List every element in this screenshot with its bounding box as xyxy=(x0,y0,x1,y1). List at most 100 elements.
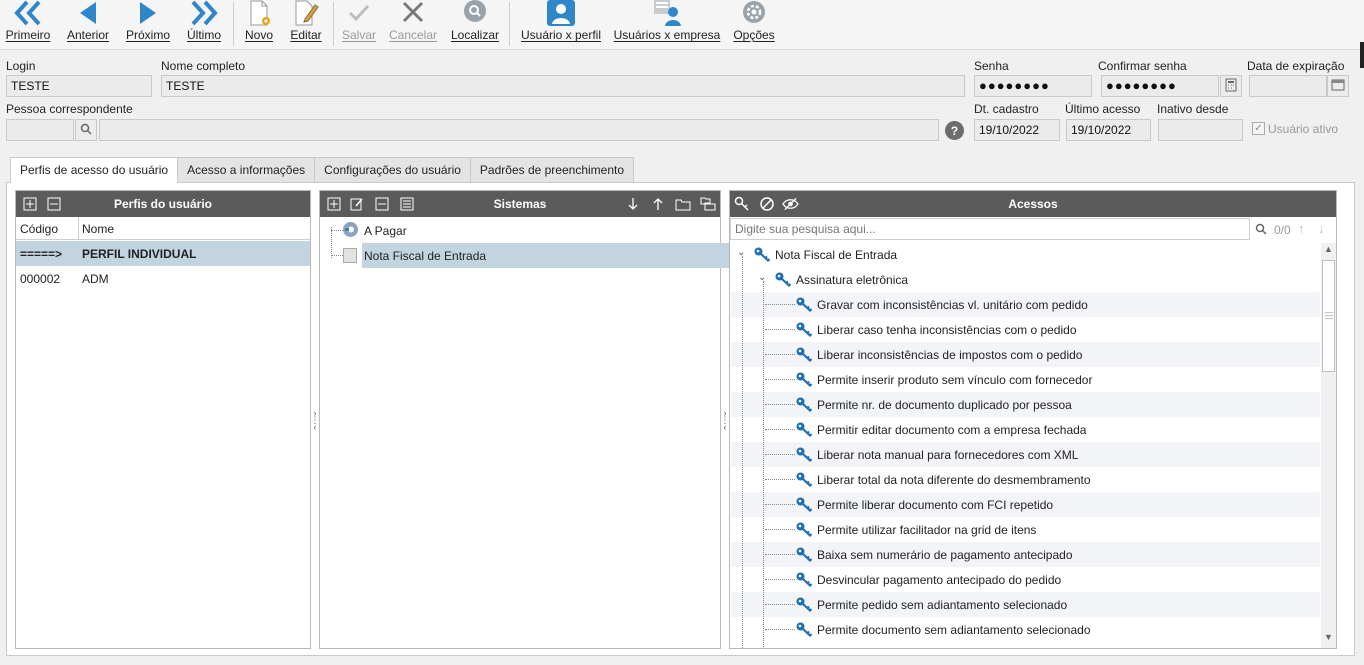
tab-fill-defaults[interactable]: Padrões de preenchimento xyxy=(469,157,635,182)
next-button[interactable]: Próximo xyxy=(124,0,172,48)
folder-icon[interactable] xyxy=(674,195,691,212)
scroll-down-icon[interactable]: ▼ xyxy=(1324,632,1333,642)
tree-connector xyxy=(331,227,332,258)
table-row[interactable]: =====> PERFIL INDIVIDUAL xyxy=(16,241,310,266)
calendar-button[interactable] xyxy=(1327,75,1349,97)
last-access-input[interactable]: 19/10/2022 xyxy=(1066,119,1151,141)
tree-node-label: Liberar caso tenha inconsistências com o… xyxy=(817,323,1077,337)
tree-connector xyxy=(765,429,795,430)
last-button[interactable]: Último xyxy=(184,0,224,48)
key-icon xyxy=(795,446,813,463)
tree-connector xyxy=(763,281,764,648)
folders-icon[interactable] xyxy=(699,195,716,212)
tree-node-permission[interactable]: Permitir editar documento com a empresa … xyxy=(731,417,1320,442)
tree-connector xyxy=(765,554,795,555)
scroll-up-icon[interactable]: ▲ xyxy=(1324,244,1333,254)
close-icon xyxy=(396,0,430,26)
triangle-left-icon xyxy=(71,0,105,26)
column-divider xyxy=(78,217,79,240)
tree-connector xyxy=(765,354,795,355)
access-panel: Acessos Digite sua pesquisa aqui... 0/0 … xyxy=(729,190,1337,649)
tree-node-permission[interactable]: Liberar inconsistências de impostos com … xyxy=(731,342,1320,367)
search-button[interactable]: Localizar xyxy=(451,0,499,48)
tree-node-permission[interactable]: Liberar total da nota diferente do desme… xyxy=(731,467,1320,492)
tree-node-permission[interactable]: Gravar com inconsistências vl. unitário … xyxy=(731,292,1320,317)
person-name-input[interactable] xyxy=(99,119,939,141)
gear-icon xyxy=(737,0,771,26)
user-icon xyxy=(544,0,578,26)
access-tree: ⌄ Nota Fiscal de Entrada ⌄ Assinatura eletr… xyxy=(730,242,1320,648)
systems-panel: Sistemas A Pagar Nota Fiscal de Entrada xyxy=(319,190,742,649)
tree-connector xyxy=(765,604,795,605)
edit-button[interactable]: Editar xyxy=(288,0,324,48)
cancel-button[interactable]: Cancelar xyxy=(389,0,437,48)
tab-access-profiles[interactable]: Perfis de acesso do usuário xyxy=(10,157,179,183)
toolbar-separator xyxy=(233,2,234,46)
search-icon xyxy=(80,123,92,138)
options-button[interactable]: Opções xyxy=(732,0,776,48)
tree-node-permission[interactable]: Desvincular pagamento antecipado do pedi… xyxy=(731,567,1320,592)
tree-node-permission[interactable]: Permite documento sem adiantamento selec… xyxy=(731,617,1320,642)
password-label: Senha xyxy=(974,59,1009,73)
confirm-password-input[interactable]: ●●●●●●●● xyxy=(1101,75,1219,97)
tree-node-permission[interactable]: Liberar nota manual para fornecedores co… xyxy=(731,442,1320,467)
help-icon[interactable]: ? xyxy=(945,121,964,140)
edit-document-icon xyxy=(289,0,323,26)
tree-connector xyxy=(765,479,795,480)
list-item[interactable]: Nota Fiscal de Entrada xyxy=(342,243,742,268)
check-icon xyxy=(342,0,376,26)
key-icon xyxy=(795,521,813,538)
person-search-button[interactable] xyxy=(75,119,97,141)
tree-connector xyxy=(765,529,795,530)
tab-information-access[interactable]: Acesso a informações xyxy=(177,157,316,182)
search-icon[interactable] xyxy=(1251,219,1271,239)
fullname-input[interactable]: TESTE xyxy=(161,75,965,97)
password-input[interactable]: ●●●●●●●● xyxy=(974,75,1092,97)
tree-node-permission[interactable]: Permite utilizar facilitador na grid de … xyxy=(731,517,1320,542)
arrow-down-icon[interactable] xyxy=(624,195,641,212)
user-profile-button[interactable]: Usuário x perfil xyxy=(520,0,602,48)
tree-node-permission[interactable]: Baixa sem numerário de pagamento antecip… xyxy=(731,542,1320,567)
arrow-up-icon[interactable]: ↑ xyxy=(1298,221,1312,237)
tree-node-permission[interactable]: Permite liberar documento com FCI repeti… xyxy=(731,492,1320,517)
arrow-down-icon[interactable]: ↓ xyxy=(1318,221,1332,237)
tree-node-root[interactable]: ⌄ Nota Fiscal de Entrada xyxy=(731,242,1320,267)
tree-node-label: Permite nr. de documento duplicado por p… xyxy=(817,398,1072,412)
tree-node-permission[interactable]: Permite pedido sem adiantamento selecion… xyxy=(731,592,1320,617)
first-button[interactable]: Primeiro xyxy=(5,0,51,48)
active-user-checkbox[interactable]: ✓ xyxy=(1252,122,1265,135)
created-date-input[interactable]: 19/10/2022 xyxy=(974,119,1060,141)
window-edge xyxy=(1360,42,1364,68)
previous-button[interactable]: Anterior xyxy=(64,0,112,48)
tree-node-label: Permite documento sem adiantamento selec… xyxy=(817,623,1091,637)
splitter-handle[interactable]: › ⋮ ‹ xyxy=(311,400,320,440)
key-icon xyxy=(795,396,813,413)
save-button[interactable]: Salvar xyxy=(341,0,377,48)
toolbar: Primeiro Anterior Próximo Último Novo Ed… xyxy=(0,0,1364,68)
person-code-input[interactable] xyxy=(6,119,74,141)
calculator-button[interactable] xyxy=(1220,75,1242,97)
access-search-input[interactable]: Digite sua pesquisa aqui... xyxy=(730,218,1250,240)
tree-node-permission[interactable]: Permite nr. de documento duplicado por p… xyxy=(731,392,1320,417)
tree-node-permission[interactable]: Permite inserir produto sem vínculo com … xyxy=(731,367,1320,392)
name-column-header[interactable]: Nome xyxy=(82,222,114,236)
login-input[interactable]: TESTE xyxy=(6,75,152,97)
code-column-header[interactable]: Código xyxy=(20,222,58,236)
tab-user-settings[interactable]: Configurações do usuário xyxy=(314,157,471,182)
table-row[interactable]: 000002 ADM xyxy=(16,266,310,291)
company-user-icon xyxy=(650,0,684,26)
expiration-input[interactable] xyxy=(1249,75,1327,97)
tree-node-permission[interactable]: Liberar caso tenha inconsistências com o… xyxy=(731,317,1320,342)
tree-connector xyxy=(765,304,795,305)
user-company-button[interactable]: Usuários x empresa xyxy=(614,0,720,48)
scrollbar-thumb[interactable]: — — — xyxy=(1322,260,1335,372)
arrow-up-icon[interactable] xyxy=(649,195,666,212)
vertical-scrollbar[interactable]: ▲ — — — ▼ xyxy=(1321,243,1336,648)
key-icon xyxy=(795,471,813,488)
access-header: Acessos xyxy=(730,191,1336,217)
splitter-handle[interactable]: › ⋮ ‹ xyxy=(721,400,730,440)
inactive-since-input[interactable] xyxy=(1158,119,1243,141)
tree-node-group[interactable]: ⌄ Assinatura eletrônica xyxy=(731,267,1320,292)
list-item[interactable]: A Pagar xyxy=(342,218,720,243)
new-button[interactable]: Novo xyxy=(242,0,276,48)
